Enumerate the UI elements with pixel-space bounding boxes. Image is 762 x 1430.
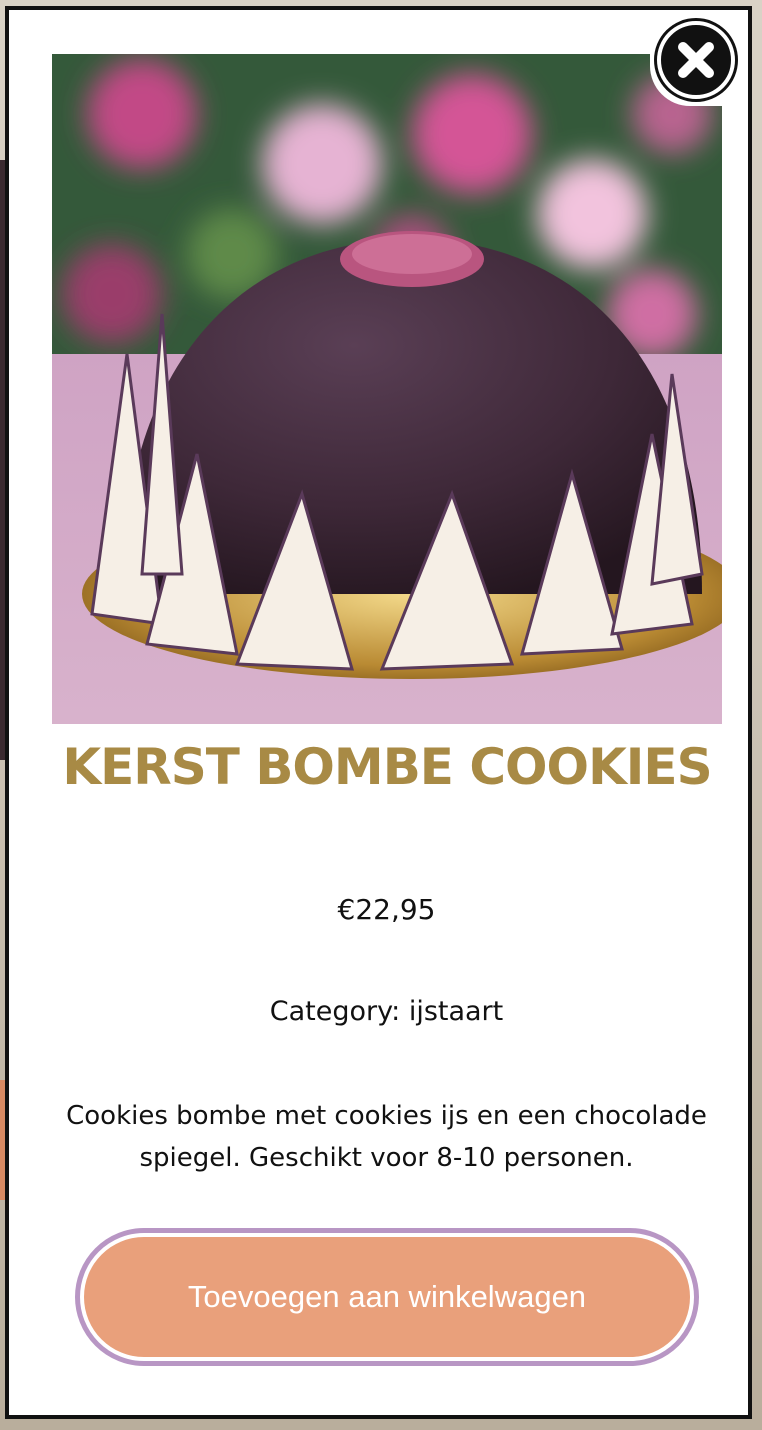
category-label: Category: <box>269 996 401 1027</box>
close-button[interactable] <box>650 14 742 106</box>
product-image <box>52 54 722 724</box>
close-icon <box>657 21 735 99</box>
add-to-cart-button[interactable]: Toevoegen aan winkelwagen <box>75 1228 699 1366</box>
category-value: ijstaart <box>408 996 504 1027</box>
product-description: Cookies bombe met cookies ijs en een cho… <box>66 1101 707 1173</box>
product-price: €22,95 <box>337 893 436 926</box>
product-quickview-modal: KERST BOMBE COOKIES €22,95 Category: ijs… <box>5 6 752 1419</box>
cake-photo <box>52 54 722 724</box>
product-category: Category: ijstaart <box>9 992 762 1032</box>
add-to-cart-label: Toevoegen aan winkelwagen <box>84 1237 690 1357</box>
product-title: KERST BOMBE COOKIES <box>62 738 712 796</box>
